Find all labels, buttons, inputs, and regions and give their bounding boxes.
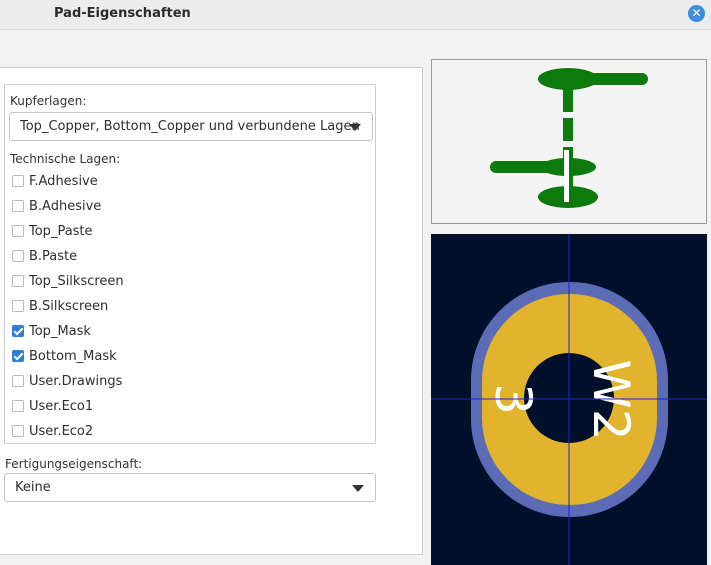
fabrication-dropdown[interactable]: Keine: [4, 473, 376, 502]
layer-checkbox-label: Top_Silkscreen: [29, 273, 124, 289]
layer-checkbox-label: Bottom_Mask: [29, 348, 117, 364]
pad-cross-section-preview: [431, 59, 707, 224]
layer-checkbox-row[interactable]: F.Adhesive: [12, 171, 98, 191]
layer-checkbox-row[interactable]: User.Eco2: [12, 421, 93, 441]
layer-checkbox-label: User.Eco2: [29, 423, 94, 439]
via-barrel-segment: [563, 89, 573, 112]
layer-checkbox[interactable]: [12, 375, 24, 387]
layer-checkbox-label: F.Adhesive: [29, 173, 98, 189]
layer-checkbox-label: B.Adhesive: [29, 198, 102, 214]
layer-checkbox[interactable]: [12, 400, 24, 412]
window-title: Pad-Eigenschaften: [54, 6, 191, 21]
title-bar: Pad-Eigenschaften ✕: [0, 0, 711, 30]
layer-checkbox-row[interactable]: B.Paste: [12, 246, 77, 266]
copper-layers-label: Kupferlagen:: [10, 94, 87, 108]
fabrication-value: Keine: [15, 480, 51, 495]
copper-layers-dropdown[interactable]: Top_Copper, Bottom_Copper und verbundene…: [9, 112, 373, 141]
inner-copper-trace: [490, 161, 570, 173]
layer-checkbox[interactable]: [12, 175, 24, 187]
via-barrel-copper: [569, 150, 573, 202]
layer-checkbox-row[interactable]: B.Silkscreen: [12, 296, 108, 316]
layer-checkbox-row[interactable]: Top_Mask: [12, 321, 91, 341]
pad-top-view-svg: 3 W2: [431, 234, 707, 565]
layer-checkbox[interactable]: [12, 325, 24, 337]
cross-section-svg: [490, 68, 648, 208]
layer-checkbox[interactable]: [12, 275, 24, 287]
layer-checkbox-row[interactable]: B.Adhesive: [12, 196, 101, 216]
copper-layers-value: Top_Copper, Bottom_Copper und verbundene…: [20, 119, 360, 134]
layer-checkbox[interactable]: [12, 350, 24, 362]
layer-checkbox-label: User.Eco1: [29, 398, 94, 414]
layer-checkbox[interactable]: [12, 250, 24, 262]
layers-group: Kupferlagen: Top_Copper, Bottom_Copper u…: [4, 84, 376, 444]
layer-checkbox-label: Top_Paste: [29, 223, 93, 239]
layer-checkbox-row[interactable]: Top_Paste: [12, 221, 93, 241]
layer-checkbox[interactable]: [12, 425, 24, 437]
net-name-label: W2: [582, 359, 640, 440]
chevron-down-icon: [349, 124, 361, 131]
layer-checkbox-row[interactable]: Bottom_Mask: [12, 346, 117, 366]
chevron-down-icon: [352, 485, 364, 492]
layer-checkbox[interactable]: [12, 300, 24, 312]
layer-checkbox-row[interactable]: Top_Silkscreen: [12, 271, 124, 291]
layer-checkbox-row[interactable]: User.Drawings: [12, 371, 122, 391]
layer-checkbox-label: B.Silkscreen: [29, 298, 109, 314]
layer-checkbox[interactable]: [12, 200, 24, 212]
via-barrel-segment: [563, 118, 573, 141]
layer-checkbox[interactable]: [12, 225, 24, 237]
layer-checkbox-label: User.Drawings: [29, 373, 123, 389]
layer-checkbox-label: Top_Mask: [29, 323, 91, 339]
technical-layers-label: Technische Lagen:: [10, 152, 121, 166]
layer-checkbox-label: B.Paste: [29, 248, 78, 264]
close-icon[interactable]: ✕: [688, 5, 705, 22]
top-copper-trace: [568, 73, 648, 85]
layer-checkbox-row[interactable]: User.Eco1: [12, 396, 93, 416]
pad-top-view-preview: 3 W2: [431, 234, 707, 565]
fabrication-label: Fertigungseigenschaft:: [5, 457, 143, 471]
